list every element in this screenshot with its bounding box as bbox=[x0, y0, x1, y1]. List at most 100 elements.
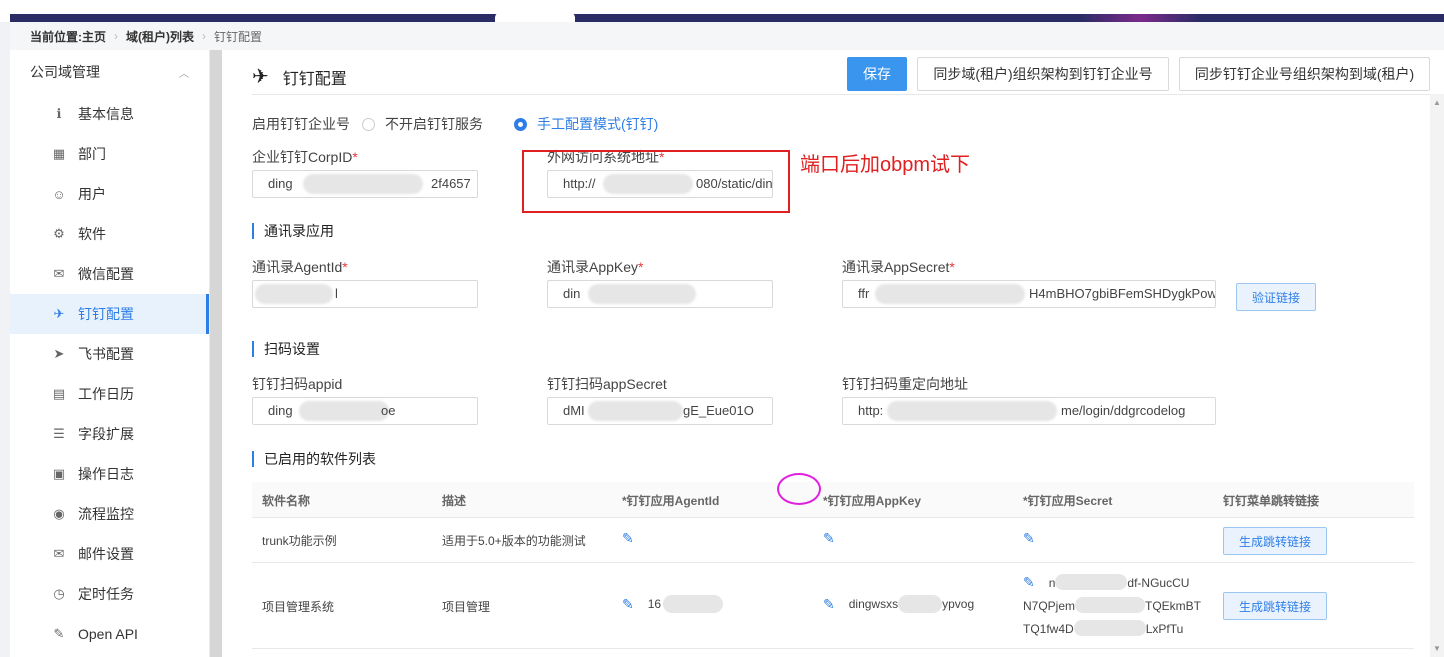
scan-appid-label: 钉钉扫码appid bbox=[252, 376, 343, 392]
sync-from-dingtalk-button[interactable]: 同步钉钉企业号组织架构到域(租户) bbox=[1179, 57, 1430, 91]
sidebar-item-flow-monitor[interactable]: ◉ 流程监控 bbox=[10, 494, 209, 534]
sidebar-item-label: 飞书配置 bbox=[78, 346, 134, 362]
sidebar-item-department[interactable]: ▦ 部门 bbox=[10, 134, 209, 174]
page-title: ✈ 钉钉配置 bbox=[252, 64, 347, 89]
table-row: 项目管理系统 项目管理 ✎ 16 ✎ dingwsxs ypvog ✎ n df-N… bbox=[252, 563, 1414, 649]
chevron-right-icon: › bbox=[114, 29, 119, 43]
sidebar-item-mail[interactable]: ✉ 邮件设置 bbox=[10, 534, 209, 574]
software-name: trunk功能示例 bbox=[262, 534, 337, 548]
scroll-up-icon[interactable]: ▲ bbox=[1433, 98, 1441, 107]
mail-icon: ✉ bbox=[53, 546, 65, 561]
scan-appid-input[interactable]: ding oe bbox=[252, 397, 478, 425]
edit-secret-icon[interactable]: ✎ bbox=[1023, 574, 1035, 590]
table-header: 软件名称 描述 *钉钉应用AgentId *钉钉应用AppKey *钉钉应用Se… bbox=[252, 482, 1414, 518]
sidebar-item-calendar[interactable]: ▤ 工作日历 bbox=[10, 374, 209, 414]
sidebar-item-wechat[interactable]: ✉ 微信配置 bbox=[10, 254, 209, 294]
top-banner bbox=[0, 0, 1444, 24]
scroll-down-icon[interactable]: ▼ bbox=[1433, 644, 1441, 653]
log-icon: ▣ bbox=[52, 466, 66, 481]
contacts-secret-label: 通讯录AppSecret* bbox=[842, 259, 955, 275]
redaction bbox=[588, 284, 696, 304]
redaction bbox=[1075, 597, 1146, 613]
radio-circle-checked[interactable] bbox=[514, 117, 527, 131]
sidebar-item-field-ext[interactable]: ☰ 字段扩展 bbox=[10, 414, 209, 454]
sidebar-item-dingtalk[interactable]: ✈ 钉钉配置 bbox=[10, 294, 209, 334]
sidebar: 公司域管理 ︿ ℹ 基本信息 ▦ 部门 ☺ 用户 ⚙ 软件 ✉ 微信配置 ✈ 钉钉配置 ➤ 飞… bbox=[10, 50, 210, 657]
sync-to-dingtalk-button[interactable]: 同步域(租户)组织架构到钉钉企业号 bbox=[917, 57, 1169, 91]
annotation-text: 端口后加obpm试下 bbox=[800, 154, 971, 176]
breadcrumb-list[interactable]: 域(租户)列表 bbox=[126, 28, 194, 45]
sidebar-item-label: 邮件设置 bbox=[78, 546, 134, 562]
redaction bbox=[303, 174, 423, 194]
plane-icon: ✈ bbox=[53, 306, 65, 321]
sidebar-item-label: 字段扩展 bbox=[78, 426, 134, 442]
scan-secret-input[interactable]: dMI gE_Eue01O bbox=[547, 397, 773, 425]
section-scan: 扫码设置 bbox=[252, 341, 320, 357]
sidebar-item-basic-info[interactable]: ℹ 基本信息 bbox=[10, 94, 209, 134]
redaction bbox=[299, 401, 389, 421]
section-software: 已启用的软件列表 bbox=[252, 451, 376, 467]
secret-cell: ✎ n df-NGucCU N7QPjem TQEkmBT TQ1fw4D LxPfTu bbox=[1023, 574, 1202, 636]
required-mark: * bbox=[949, 259, 955, 275]
save-button[interactable]: 保存 bbox=[847, 57, 907, 91]
annotation-red-box bbox=[522, 150, 790, 213]
radio-disable-dingtalk[interactable]: 不开启钉钉服务 bbox=[362, 114, 483, 134]
chevron-right-icon: › bbox=[202, 29, 207, 43]
appkey-cell: ✎ dingwsxs ypvog bbox=[823, 595, 975, 613]
sidebar-item-label: 用户 bbox=[78, 186, 106, 202]
contacts-appkey-input[interactable]: din bbox=[547, 280, 773, 308]
col-header: 钉钉菜单跳转链接 bbox=[1223, 493, 1320, 508]
required-mark: * bbox=[638, 259, 644, 275]
corpid-label: 企业钉钉CorpID* bbox=[252, 149, 358, 165]
chevron-up-icon[interactable]: ︿ bbox=[179, 65, 189, 80]
verify-link-button[interactable]: 验证链接 bbox=[1236, 283, 1316, 311]
sidebar-item-feishu[interactable]: ➤ 飞书配置 bbox=[10, 334, 209, 374]
content-scrollbar[interactable]: ▲ ▼ bbox=[1430, 94, 1444, 657]
edit-appkey-icon[interactable]: ✎ bbox=[823, 518, 849, 558]
dashboard-icon: ◉ bbox=[53, 506, 65, 521]
col-header: 软件名称 bbox=[262, 493, 311, 508]
redaction bbox=[887, 401, 1057, 421]
corpid-input[interactable]: ding 2f4657 bbox=[252, 170, 478, 198]
plane-icon: ✈ bbox=[252, 66, 269, 88]
sidebar-item-label: 微信配置 bbox=[78, 266, 134, 282]
breadcrumb-home[interactable]: 主页 bbox=[82, 28, 106, 45]
radio-circle[interactable] bbox=[362, 117, 375, 131]
sidebar-item-label: Open API bbox=[78, 626, 138, 642]
contacts-agentid-label: 通讯录AgentId* bbox=[252, 259, 348, 275]
contacts-secret-input[interactable]: ffr H4mBHO7gbiBFemSHDygkPowRF bbox=[842, 280, 1216, 308]
department-icon: ▦ bbox=[52, 146, 66, 161]
wechat-icon: ✉ bbox=[53, 266, 65, 281]
edit-secret-icon[interactable]: ✎ bbox=[1023, 518, 1049, 558]
sidebar-item-oplog[interactable]: ▣ 操作日志 bbox=[10, 454, 209, 494]
sidebar-item-user[interactable]: ☺ 用户 bbox=[10, 174, 209, 214]
edit-appkey-icon[interactable]: ✎ bbox=[823, 596, 835, 613]
sidebar-scrollbar[interactable] bbox=[210, 50, 222, 657]
col-header: 描述 bbox=[442, 493, 467, 508]
sidebar-item-label: 基本信息 bbox=[78, 106, 134, 122]
edit-agentid-icon[interactable]: ✎ bbox=[622, 596, 634, 613]
generate-link-button[interactable]: 生成跳转链接 bbox=[1223, 527, 1327, 555]
redaction bbox=[1055, 574, 1128, 590]
scan-redirect-input[interactable]: http: me/login/ddgrcodelog bbox=[842, 397, 1216, 425]
contacts-agentid-input[interactable]: l bbox=[252, 280, 478, 308]
generate-link-button[interactable]: 生成跳转链接 bbox=[1223, 592, 1327, 620]
table-row: trunk功能示例 适用于5.0+版本的功能测试 ✎ ✎ ✎ 生成跳转链接 bbox=[252, 518, 1414, 563]
sidebar-item-openapi[interactable]: ✎ Open API bbox=[10, 614, 209, 654]
plug-icon: ✎ bbox=[53, 626, 65, 641]
sidebar-item-timer[interactable]: ◷ 定时任务 bbox=[10, 574, 209, 614]
annotation-magenta-circle bbox=[777, 473, 821, 505]
edit-agentid-icon[interactable]: ✎ bbox=[622, 518, 648, 558]
section-contacts: 通讯录应用 bbox=[252, 223, 334, 239]
sidebar-item-label: 工作日历 bbox=[78, 386, 134, 402]
sidebar-group-header[interactable]: 公司域管理 ︿ bbox=[10, 50, 209, 94]
radio-manual-config[interactable]: 手工配置模式(钉钉) bbox=[514, 114, 658, 134]
enable-label: 启用钉钉企业号 bbox=[252, 116, 350, 132]
software-desc: 项目管理 bbox=[442, 599, 491, 614]
sidebar-item-label: 软件 bbox=[78, 226, 106, 242]
sidebar-item-label: 钉钉配置 bbox=[78, 306, 134, 322]
sidebar-item-software[interactable]: ⚙ 软件 bbox=[10, 214, 209, 254]
sidebar-item-label: 操作日志 bbox=[78, 466, 134, 482]
agentid-cell: ✎ 16 bbox=[622, 563, 724, 645]
redaction bbox=[1073, 620, 1146, 636]
